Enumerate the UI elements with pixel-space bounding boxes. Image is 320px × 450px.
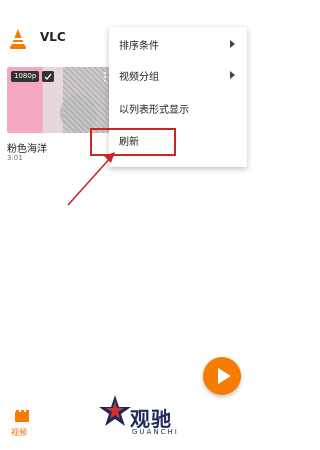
vlc-cone-logo: [10, 29, 26, 49]
menu-item-label: 视频分组: [119, 72, 159, 83]
play-icon: [218, 368, 231, 384]
menu-item-label: 以列表形式显示: [119, 105, 189, 116]
menu-item-group-videos[interactable]: 视频分组: [109, 60, 247, 92]
menu-item-display-as-list[interactable]: 以列表形式显示: [109, 93, 247, 125]
video-duration: 3:01: [7, 154, 23, 162]
bottom-nav-video[interactable]: 视频: [0, 395, 44, 450]
video-tab-icon: [15, 410, 29, 422]
submenu-arrow-icon: [230, 71, 235, 79]
video-thumbnail-card[interactable]: 1080p: [7, 67, 109, 133]
play-button[interactable]: [203, 357, 241, 395]
resolution-badge: 1080p: [11, 71, 40, 82]
check-icon: [42, 71, 54, 82]
menu-item-sort-by[interactable]: 排序条件: [109, 29, 247, 61]
more-options-icon[interactable]: [103, 71, 107, 83]
bottom-nav-label: 视频: [11, 428, 27, 437]
refresh-highlight-box: [90, 128, 176, 156]
watermark-subtitle: GUANCHI: [132, 428, 179, 436]
menu-item-label: 排序条件: [119, 41, 159, 52]
star-logo-icon: [99, 395, 131, 426]
app-title: VLC: [40, 30, 66, 44]
video-title[interactable]: 粉色海洋: [7, 140, 47, 155]
watermark: 观驰 GUANCHI: [98, 385, 208, 440]
submenu-arrow-icon: [230, 40, 235, 48]
